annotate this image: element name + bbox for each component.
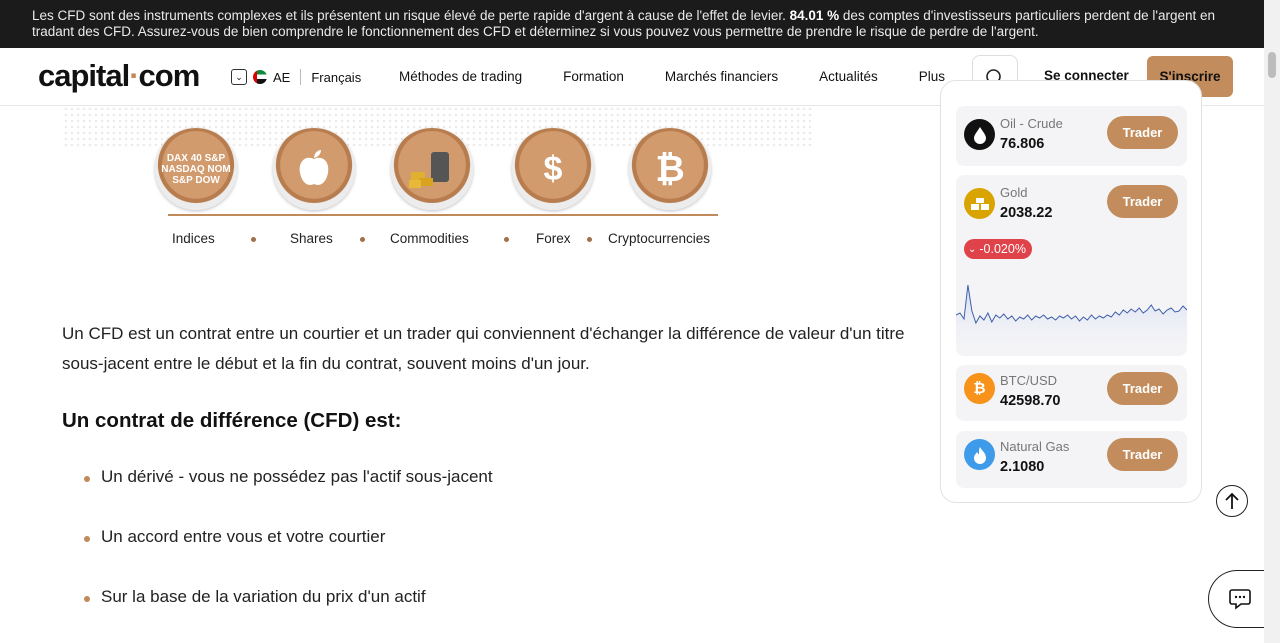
asset-card-oil[interactable]: Oil - Crude 76.806 Trader [956,106,1187,166]
asset-name: Gold [1000,185,1028,200]
trade-button[interactable]: Trader [1107,185,1178,218]
timeline-line [168,214,718,216]
flame-icon [964,439,995,470]
risk-text-before: Les CFD sont des instruments complexes e… [32,8,786,23]
asset-name: Oil - Crude [1000,116,1063,131]
dollar-sign-icon: $ [543,149,563,188]
price-change-badge: ⌄ -0.020% [964,239,1032,259]
category-separator-dot [251,237,256,242]
category-shares: Shares [290,231,333,246]
asset-classes-illustration: DAX 40 S&P NASDAQ NOM S&P DOW $ ₿ Indice… [155,128,725,253]
indices-badge-text: DAX 40 S&P NASDAQ NOM S&P DOW [161,152,231,186]
gold-sparkline-chart [956,284,1187,355]
indices-badge-icon: DAX 40 S&P NASDAQ NOM S&P DOW [155,128,237,210]
nav-trading-methods[interactable]: Méthodes de trading [399,69,522,84]
page-scrollbar[interactable] [1264,0,1280,643]
nav-education[interactable]: Formation [563,69,624,84]
region-code[interactable]: AE [273,70,290,85]
chevron-down-icon: ⌄ [968,243,977,255]
article-heading: Un contrat de différence (CFD) est: [62,409,402,432]
gold-bars-icon [964,188,995,219]
commodities-icon [391,128,473,210]
nav-markets[interactable]: Marchés financiers [665,69,778,84]
asset-price: 76.806 [1000,136,1045,152]
price-change-value: -0.020% [979,242,1026,256]
scrollbar-thumb[interactable] [1268,52,1276,78]
category-separator-dot [360,237,365,242]
asset-price: 42598.70 [1000,393,1061,409]
logo-text-capital: capital [38,58,130,93]
logo-text-com: com [138,58,201,93]
nav-news[interactable]: Actualités [819,69,878,84]
trade-button[interactable]: Trader [1107,116,1178,149]
risk-percent: 84.01 % [789,8,840,23]
list-item: Un accord entre vous et votre courtier [83,527,386,546]
asset-name: Natural Gas [1000,439,1070,454]
risk-warning-banner: Les CFD sont des instruments complexes e… [0,0,1264,48]
bitcoin-symbol-icon: ₿ [655,148,685,189]
main-nav: Méthodes de trading Formation Marchés fi… [399,69,986,84]
asset-card-natural-gas[interactable]: Natural Gas 2.1080 Trader [956,431,1187,488]
divider [300,69,302,85]
category-separator-dot [587,237,592,242]
category-forex: Forex [536,231,571,246]
chat-bubble-icon [1229,589,1251,610]
uae-flag-icon [253,70,267,84]
asset-price: 2.1080 [1000,459,1045,475]
logo-dot: · [129,58,139,93]
trade-button[interactable]: Trader [1107,372,1178,405]
apple-shares-icon [273,128,355,210]
bitcoin-icon: ₿ [964,373,995,404]
bitcoin-crypto-icon: ₿ [629,128,711,210]
language-label[interactable]: Français [311,70,361,85]
forex-icon: $ [512,128,594,210]
list-item: Sur la base de la variation du prix d'un… [84,587,426,606]
capital-com-logo[interactable]: capital·com [38,58,201,94]
region-language-selector[interactable]: ⌄ AE Français [231,69,361,85]
article-paragraph: Un CFD est un contrat entre un courtier … [62,324,905,373]
asset-card-gold[interactable]: Gold 2038.22 Trader ⌄ -0.020% [956,175,1187,356]
category-indices: Indices [172,231,215,246]
chevron-down-icon[interactable]: ⌄ [231,69,247,85]
category-commodities: Commodities [390,231,469,246]
nav-more[interactable]: Plus [919,69,945,84]
category-separator-dot [504,237,509,242]
asset-name: BTC/USD [1000,373,1058,388]
asset-card-btc[interactable]: ₿ BTC/USD 42598.70 Trader [956,365,1187,421]
arrow-up-icon [1225,492,1239,509]
list-item: Un dérivé - vous ne possédez pas l'actif… [84,467,493,486]
oil-drop-icon [964,119,995,150]
scroll-to-top-button[interactable] [1216,485,1248,517]
asset-price: 2038.22 [1000,205,1053,221]
trade-button[interactable]: Trader [1107,438,1178,471]
category-cryptocurrencies: Cryptocurrencies [608,231,711,246]
